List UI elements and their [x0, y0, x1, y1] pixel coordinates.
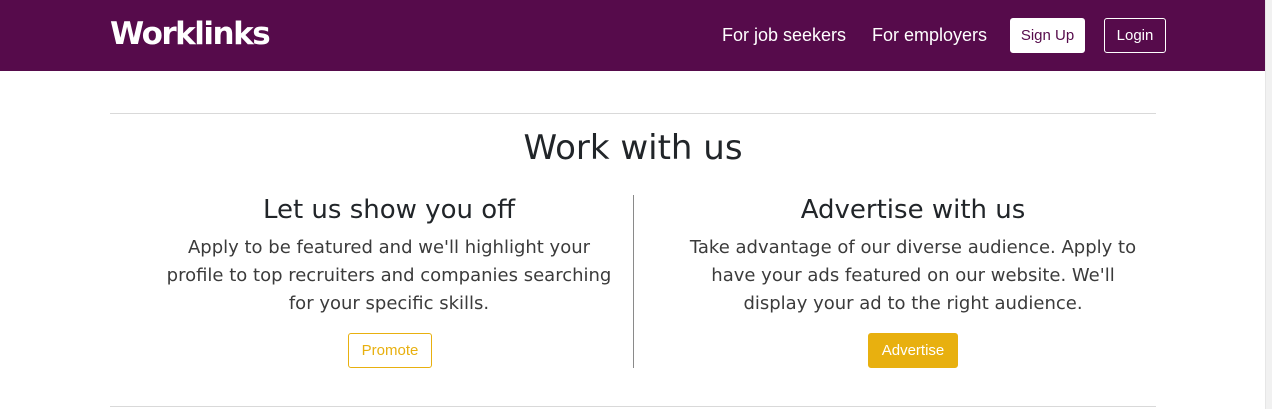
nav-link-job-seekers[interactable]: For job seekers — [722, 23, 846, 47]
top-navbar: Worklinks For job seekers For employers … — [0, 0, 1266, 71]
advertise-heading: Advertise with us — [800, 195, 1026, 225]
advertise-column: Advertise with us Take advantage of our … — [634, 192, 1192, 318]
section-title: Work with us — [523, 128, 743, 168]
page-scrollbar[interactable] — [1265, 0, 1272, 409]
page: Worklinks For job seekers For employers … — [0, 0, 1266, 409]
featured-profile-column: Let us show you off Apply to be featured… — [145, 192, 633, 318]
brand-logo[interactable]: Worklinks — [110, 15, 271, 53]
advertise-button[interactable]: Advertise — [868, 333, 958, 368]
promote-button[interactable]: Promote — [348, 333, 432, 368]
login-button[interactable]: Login — [1104, 18, 1166, 53]
nav-link-employers[interactable]: For employers — [872, 23, 987, 47]
featured-heading: Let us show you off — [262, 195, 516, 225]
sign-up-button[interactable]: Sign Up — [1010, 18, 1085, 53]
bottom-divider — [110, 406, 1156, 407]
advertise-description: Take advantage of our diverse audience. … — [689, 237, 1137, 314]
top-divider — [110, 113, 1156, 114]
featured-description: Apply to be featured and we'll highlight… — [166, 237, 612, 314]
